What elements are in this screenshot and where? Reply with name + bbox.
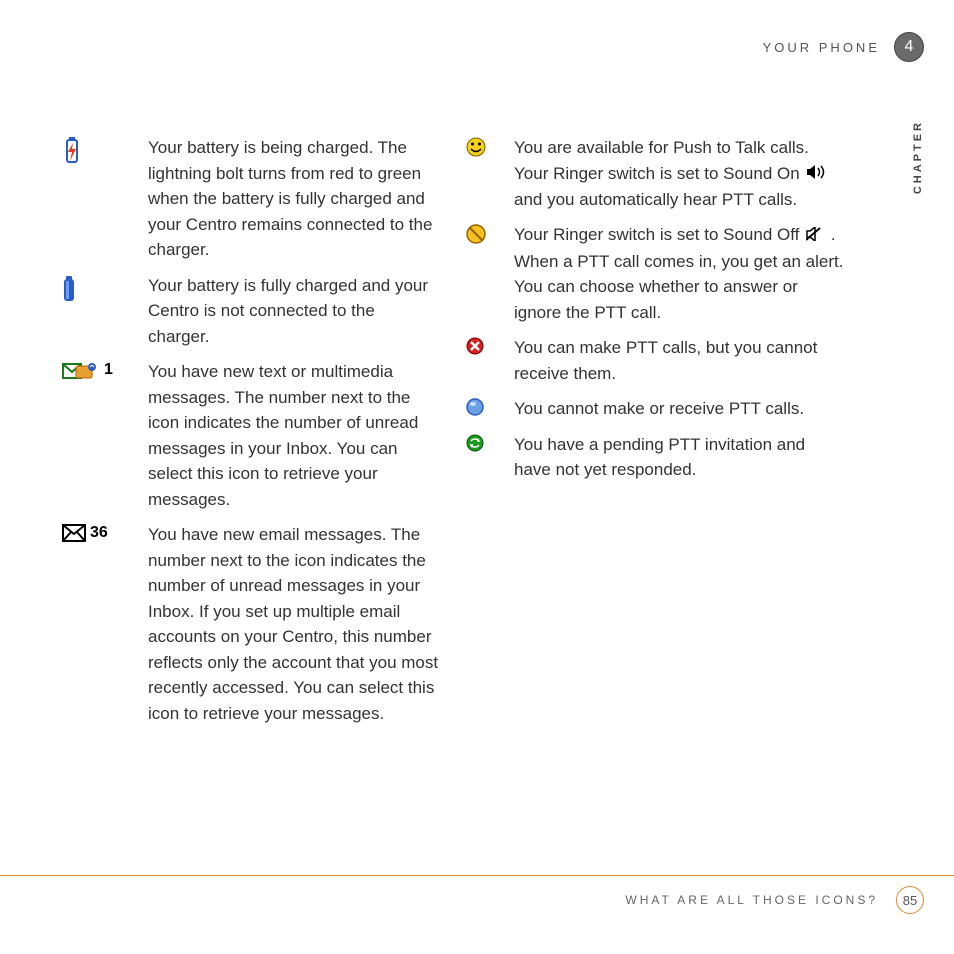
sound-on-icon xyxy=(806,161,826,187)
description: You cannot make or receive PTT calls. xyxy=(514,396,804,422)
icon-row: You cannot make or receive PTT calls. xyxy=(466,396,844,422)
section-title: YOUR PHONE xyxy=(763,40,880,55)
icon-row: You can make PTT calls, but you cannot r… xyxy=(466,335,844,386)
sound-off-icon xyxy=(806,223,824,249)
description: Your Ringer switch is set to Sound Off .… xyxy=(514,222,844,325)
icon-row: Your battery is fully charged and your C… xyxy=(62,273,440,350)
content-area: Your battery is being charged. The light… xyxy=(62,135,844,726)
smiley-icon xyxy=(466,135,502,212)
chapter-label-vertical: CHAPTER xyxy=(912,120,924,194)
description: You are available for Push to Talk calls… xyxy=(514,135,844,212)
chapter-number-badge: 4 xyxy=(894,32,924,62)
message-count: 1 xyxy=(104,361,113,379)
description: You have new text or multimedia messages… xyxy=(148,359,440,512)
icon-row: You have a pending PTT invitation and ha… xyxy=(466,432,844,483)
message-icon: 1 xyxy=(62,359,136,512)
icon-row: Your Ringer switch is set to Sound Off .… xyxy=(466,222,844,325)
email-count: 36 xyxy=(90,524,108,542)
battery-full-icon xyxy=(62,273,136,350)
page-number-badge: 85 xyxy=(896,886,924,914)
description: Your battery is being charged. The light… xyxy=(148,135,440,263)
pending-icon xyxy=(466,432,502,483)
icon-row: 1 You have new text or multimedia messag… xyxy=(62,359,440,512)
description: You have a pending PTT invitation and ha… xyxy=(514,432,844,483)
email-icon: 36 xyxy=(62,522,136,726)
offline-icon xyxy=(466,396,502,422)
description: You have new email messages. The number … xyxy=(148,522,440,726)
icon-row: You are available for Push to Talk calls… xyxy=(466,135,844,212)
dnd-icon xyxy=(466,335,502,386)
silent-icon xyxy=(466,222,502,325)
left-column: Your battery is being charged. The light… xyxy=(62,135,440,726)
icon-row: Your battery is being charged. The light… xyxy=(62,135,440,263)
page-header: YOUR PHONE 4 xyxy=(763,32,924,62)
page-footer: WHAT ARE ALL THOSE ICONS? 85 xyxy=(0,875,954,914)
description: Your battery is fully charged and your C… xyxy=(148,273,440,350)
description: You can make PTT calls, but you cannot r… xyxy=(514,335,844,386)
footer-title: WHAT ARE ALL THOSE ICONS? xyxy=(625,893,878,907)
icon-row: 36 You have new email messages. The numb… xyxy=(62,522,440,726)
battery-charging-icon xyxy=(62,135,136,263)
right-column: You are available for Push to Talk calls… xyxy=(466,135,844,726)
